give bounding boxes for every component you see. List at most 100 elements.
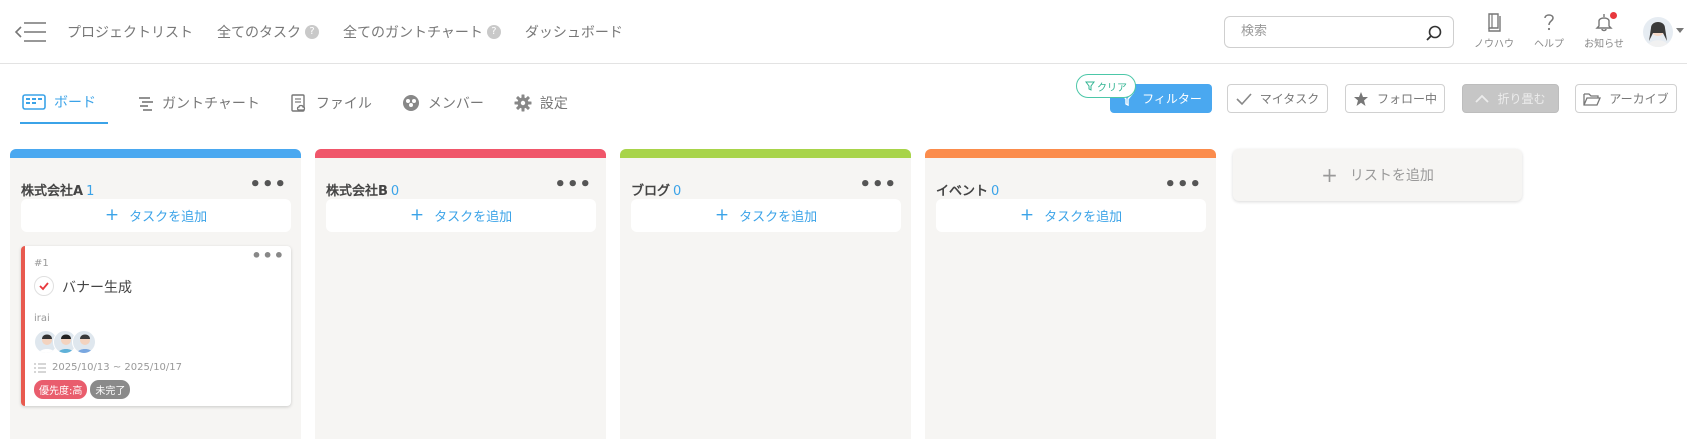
- list-title[interactable]: 株式会社B 0: [326, 180, 399, 199]
- add-task-button[interactable]: + タスクを追加: [936, 199, 1206, 232]
- tab-files[interactable]: ファイル: [290, 93, 372, 123]
- task-title: バナー生成: [62, 280, 132, 296]
- search-input[interactable]: [1241, 24, 1421, 39]
- following-button[interactable]: フォロー中: [1345, 84, 1445, 113]
- task-card[interactable]: ••• #1 バナー生成 irai 2025/10/13 ~ 2025/10/1…: [21, 246, 291, 406]
- list-title[interactable]: イベント 0: [936, 180, 999, 199]
- tab-gantt[interactable]: ガントチャート: [138, 93, 260, 123]
- checkmark-icon: [39, 282, 49, 291]
- tab-board[interactable]: ボード: [20, 92, 108, 124]
- list-header: ブログ 0 •••: [620, 158, 911, 199]
- board-list: 株式会社A 1 ••• + タスクを追加 ••• #1 バナー生成 irai 2…: [10, 149, 301, 439]
- check-icon: [1236, 92, 1252, 105]
- list-title-text: 株式会社B: [326, 184, 388, 199]
- nav-project-list-label: プロジェクトリスト: [67, 25, 193, 41]
- project-tabs: ボード ガントチャート ファイル メンバー 設定: [20, 92, 598, 124]
- nav-project-list[interactable]: プロジェクトリスト: [67, 22, 193, 42]
- board-icon: [22, 94, 46, 110]
- folder-open-icon: [1583, 92, 1602, 106]
- list-header: イベント 0 •••: [925, 158, 1216, 199]
- nav-all-tasks-label: 全てのタスク: [217, 25, 301, 41]
- list-title[interactable]: 株式会社A 1: [21, 180, 94, 199]
- task-dates: 2025/10/13 ~ 2025/10/17: [34, 362, 182, 373]
- plus-icon: +: [1321, 163, 1338, 187]
- nav-all-gantt-label: 全てのガントチャート: [343, 25, 483, 41]
- search-box: [1224, 16, 1454, 48]
- list-title-text: イベント: [936, 184, 989, 199]
- list-menu-icon[interactable]: •••: [554, 174, 592, 195]
- add-list-button[interactable]: + リストを追加: [1233, 149, 1522, 201]
- list-task-count: 0: [390, 184, 400, 199]
- file-icon: [291, 94, 305, 112]
- list-title-text: ブログ: [631, 184, 671, 199]
- member-avatar[interactable]: [72, 330, 96, 354]
- nav-all-gantt[interactable]: 全てのガントチャート ?: [343, 22, 501, 42]
- notifications-button[interactable]: お知らせ: [1579, 12, 1629, 50]
- priority-badge: 優先度:高: [34, 380, 88, 399]
- help-icon[interactable]: ?: [486, 25, 501, 39]
- list-color-bar: [620, 149, 911, 158]
- notifications-label: お知らせ: [1584, 39, 1624, 50]
- user-avatar[interactable]: [1643, 17, 1673, 47]
- members-icon: [402, 95, 419, 111]
- status-badge: 未完了: [90, 380, 131, 399]
- task-complete-checkbox[interactable]: [34, 276, 54, 296]
- plus-icon: +: [409, 205, 425, 225]
- task-tags: 優先度:高 未完了: [34, 380, 133, 399]
- add-task-button[interactable]: + タスクを追加: [21, 199, 291, 232]
- collapse-button[interactable]: 折り畳む: [1462, 84, 1559, 113]
- list-menu-icon[interactable]: •••: [1164, 174, 1202, 195]
- gear-icon: [514, 94, 532, 112]
- list-header: 株式会社B 0 •••: [315, 158, 606, 199]
- list-title-text: 株式会社A: [21, 184, 84, 199]
- add-task-button[interactable]: + タスクを追加: [326, 199, 596, 232]
- search-icon[interactable]: [1425, 24, 1443, 42]
- list-color-bar: [315, 149, 606, 158]
- menu-toggle-icon[interactable]: [14, 20, 48, 44]
- tab-members[interactable]: メンバー: [402, 93, 484, 123]
- list-menu-icon[interactable]: •••: [859, 174, 897, 195]
- tab-board-label: ボード: [54, 95, 96, 111]
- task-members: [34, 330, 96, 354]
- notification-badge: [1610, 12, 1617, 19]
- help-icon[interactable]: ?: [305, 25, 319, 39]
- board-list: ブログ 0 ••• + タスクを追加: [620, 149, 911, 439]
- list-task-count: 0: [991, 184, 1000, 199]
- tab-settings-label: 設定: [539, 96, 568, 112]
- card-menu-icon[interactable]: •••: [251, 246, 285, 265]
- add-list-label: リストを追加: [1349, 168, 1434, 184]
- list-header: 株式会社A 1 •••: [10, 158, 301, 199]
- list-title[interactable]: ブログ 0: [631, 180, 681, 199]
- list-menu-icon[interactable]: •••: [249, 174, 287, 195]
- tab-settings[interactable]: 設定: [514, 93, 568, 123]
- clear-filter-button[interactable]: クリア: [1076, 74, 1136, 98]
- question-icon: [1544, 14, 1554, 31]
- nav-dashboard-label: ダッシュボード: [524, 25, 623, 41]
- my-task-button[interactable]: マイタスク: [1227, 84, 1328, 113]
- main-nav: プロジェクトリスト 全てのタスク ? 全てのガントチャート ? ダッシュボード: [67, 22, 647, 42]
- book-icon: [1488, 13, 1501, 32]
- avatar-caret-icon[interactable]: [1676, 28, 1684, 33]
- task-date-range: 2025/10/13 ~ 2025/10/17: [52, 362, 183, 373]
- tab-gantt-label: ガントチャート: [162, 96, 260, 112]
- chevron-up-icon: [1475, 94, 1490, 103]
- board-list: イベント 0 ••• + タスクを追加: [925, 149, 1216, 439]
- help-button[interactable]: ヘルプ: [1524, 12, 1574, 50]
- plus-icon: +: [1019, 205, 1035, 225]
- collapse-label: 折り畳む: [1497, 92, 1546, 106]
- plus-icon: +: [714, 205, 730, 225]
- my-task-label: マイタスク: [1259, 92, 1320, 106]
- knowhow-button[interactable]: ノウハウ: [1469, 12, 1519, 50]
- help-label: ヘルプ: [1534, 39, 1564, 50]
- archive-label: アーカイブ: [1609, 92, 1669, 106]
- nav-all-tasks[interactable]: 全てのタスク ?: [217, 22, 319, 42]
- star-icon: [1353, 91, 1368, 106]
- archive-button[interactable]: アーカイブ: [1575, 84, 1677, 113]
- clear-filter-label: クリア: [1097, 82, 1127, 94]
- task-id: #1: [34, 258, 49, 269]
- add-task-button[interactable]: + タスクを追加: [631, 199, 901, 232]
- filter-label: フィルター: [1142, 92, 1202, 106]
- list-task-count: 0: [673, 184, 682, 199]
- task-assignee: irai: [34, 313, 50, 324]
- nav-dashboard[interactable]: ダッシュボード: [525, 22, 623, 42]
